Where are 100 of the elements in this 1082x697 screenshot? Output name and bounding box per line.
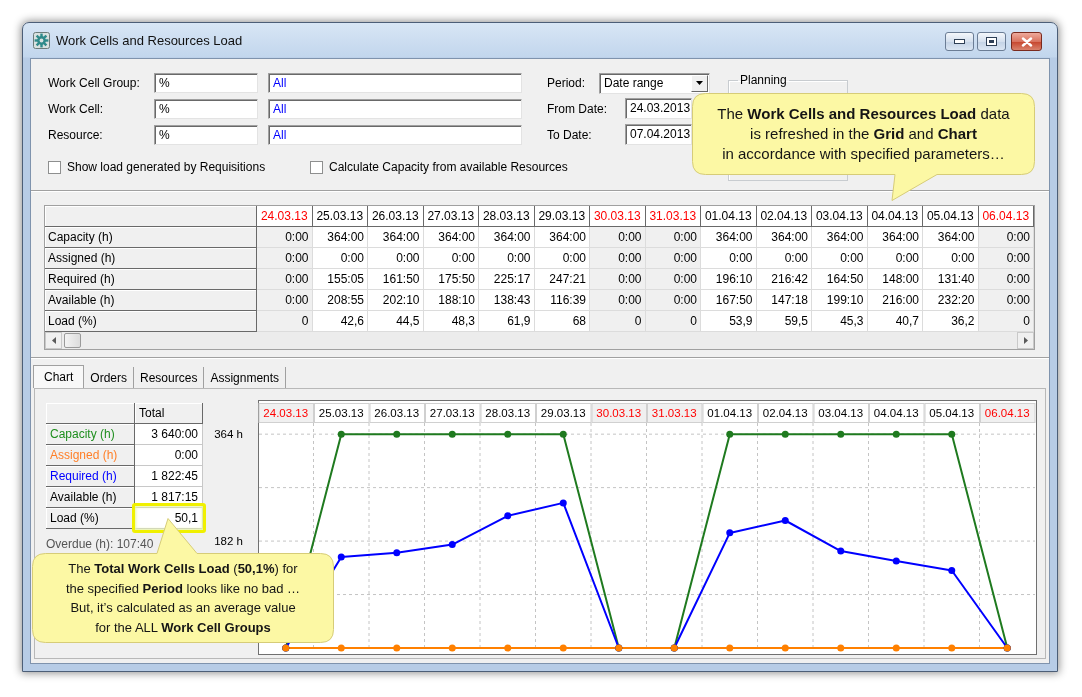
column-header: 03.04.13 <box>812 206 868 227</box>
maximize-button[interactable] <box>977 32 1006 51</box>
table-cell: 167:50 <box>701 290 757 311</box>
chart-point <box>337 553 345 561</box>
row-header: Available (h) <box>45 290 257 311</box>
chart-point <box>837 430 845 438</box>
table-cell: 155:05 <box>312 269 368 290</box>
date-header: 26.03.13 <box>369 403 425 423</box>
chart-point <box>781 430 789 438</box>
close-button[interactable] <box>1011 32 1042 51</box>
x-tick-label: 28.03.13 <box>485 407 531 419</box>
table-cell: 68 <box>534 311 590 332</box>
minimize-button[interactable] <box>945 32 974 51</box>
row-header: Load (%) <box>45 311 257 332</box>
scroll-left-button[interactable] <box>45 332 62 349</box>
column-header: 02.04.13 <box>756 206 812 227</box>
field-label: From Date: <box>547 101 608 116</box>
chart-point <box>448 644 456 652</box>
table-cell: 0:00 <box>701 248 757 269</box>
column-header: 04.04.13 <box>867 206 923 227</box>
x-tick-label: 29.03.13 <box>540 407 586 419</box>
scrollbar[interactable] <box>45 332 1034 349</box>
table-cell: 0:00 <box>978 269 1034 290</box>
table-cell: 161:50 <box>368 269 424 290</box>
dropdown-button[interactable] <box>691 74 708 92</box>
caret-down-icon <box>696 81 703 85</box>
chart-point <box>559 499 567 507</box>
input-field[interactable]: All <box>268 125 522 145</box>
table-cell: 364:00 <box>423 227 479 248</box>
chart-point <box>448 430 456 438</box>
table-cell: 147:18 <box>756 290 812 311</box>
chart-point <box>726 644 734 652</box>
table-cell: 225:17 <box>479 269 535 290</box>
table-cell: 364:00 <box>479 227 535 248</box>
scroll-right-button[interactable] <box>1017 332 1034 349</box>
table-cell: 0:00 <box>257 227 313 248</box>
table-cell: 0:00 <box>978 227 1034 248</box>
tab[interactable]: Chart <box>33 365 85 388</box>
table-cell: 0:00 <box>534 248 590 269</box>
window-title: Work Cells and Resources Load <box>56 33 244 48</box>
table-cell: 138:43 <box>479 290 535 311</box>
input-field[interactable]: All <box>268 73 522 93</box>
date-header: 27.03.13 <box>425 403 481 423</box>
chart-point <box>892 644 900 652</box>
column-header: 24.03.13 <box>257 206 313 227</box>
chart-point <box>837 547 845 555</box>
table-cell: 116:39 <box>534 290 590 311</box>
table-cell: 0:00 <box>590 248 646 269</box>
chart-point <box>504 644 512 652</box>
table-cell: 48,3 <box>423 311 479 332</box>
table-cell: 0:00 <box>590 290 646 311</box>
table-cell: 0:00 <box>590 269 646 290</box>
input-field[interactable]: % <box>154 73 258 93</box>
table-cell: 0:00 <box>590 227 646 248</box>
chart-point <box>448 541 456 549</box>
checkbox[interactable] <box>48 160 61 174</box>
overdue-text: Overdue (h): 107:40 <box>46 537 155 551</box>
date-field[interactable]: 24.03.2013 <box>625 98 692 119</box>
x-tick-label: 27.03.13 <box>429 407 475 419</box>
tab[interactable]: Orders <box>84 367 135 388</box>
table-cell: 0:00 <box>812 248 868 269</box>
checkbox-label: Show load generated by Requisitions <box>67 160 266 174</box>
callout-text: The Work Cells and Resources Load data is refreshed in the Grid and Chart in accordance with specified parameters… <box>717 104 1010 164</box>
x-tick-label: 06.04.13 <box>984 407 1030 419</box>
checkbox[interactable] <box>310 160 323 174</box>
input-field[interactable]: % <box>154 99 258 119</box>
column-header: Total <box>135 403 203 424</box>
chart-point <box>781 644 789 652</box>
date-header: 30.03.13 <box>591 403 647 423</box>
table-cell: 164:50 <box>812 269 868 290</box>
column-header: 27.03.13 <box>423 206 479 227</box>
x-tick-label: 25.03.13 <box>318 407 364 419</box>
date-field[interactable]: 07.04.2013 <box>625 124 692 145</box>
period-select[interactable]: Date range <box>599 72 710 94</box>
tab[interactable]: Resources <box>134 367 205 388</box>
table-cell: 364:00 <box>923 227 979 248</box>
column-header: 01.04.13 <box>701 206 757 227</box>
axis-label: 182 h <box>214 535 243 548</box>
table-cell: 1 822:45 <box>135 466 203 487</box>
table-cell: 148:00 <box>867 269 923 290</box>
legend-label: Capacity (h) <box>46 424 135 445</box>
input-field[interactable]: All <box>268 99 522 119</box>
date-header: 05.04.13 <box>924 403 980 423</box>
table-cell: 202:10 <box>368 290 424 311</box>
table-cell: 0 <box>978 311 1034 332</box>
table-cell: 40,7 <box>867 311 923 332</box>
table-cell: 0:00 <box>257 290 313 311</box>
x-tick-label: 04.04.13 <box>873 407 919 419</box>
tab[interactable]: Assignments <box>204 367 287 388</box>
input-field[interactable]: % <box>154 125 258 145</box>
field-label: Work Cell: <box>48 102 105 116</box>
scroll-thumb[interactable] <box>64 333 81 348</box>
table-cell: 42,6 <box>312 311 368 332</box>
date-header: 25.03.13 <box>314 403 370 423</box>
table-cell: 0:00 <box>978 248 1034 269</box>
group-title: Planning <box>739 73 788 87</box>
chart-point <box>892 430 900 438</box>
table-cell: 0:00 <box>756 248 812 269</box>
chart-point <box>393 430 401 438</box>
table-cell: 0:00 <box>645 290 701 311</box>
